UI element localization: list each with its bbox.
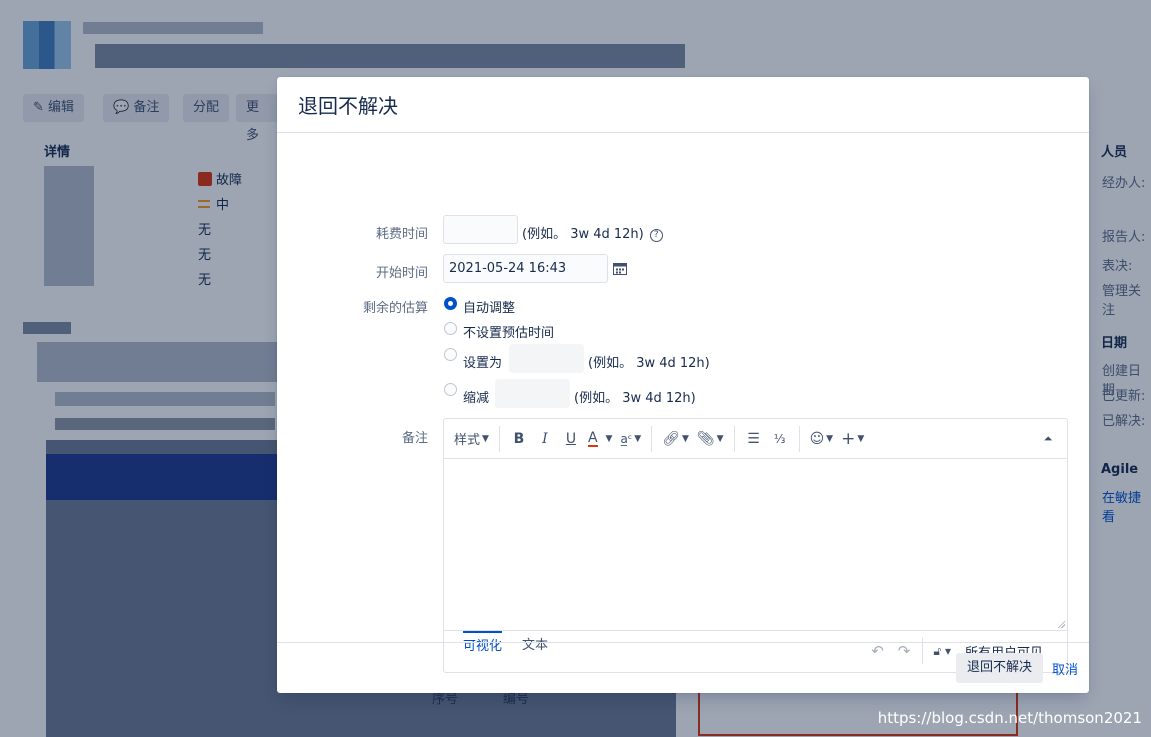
- radio-reduce-by-label: 缩减: [463, 391, 490, 406]
- cancel-link[interactable]: 取消: [1052, 659, 1078, 678]
- underline-button[interactable]: U: [558, 425, 584, 453]
- chevron-down-icon: ▼: [857, 433, 865, 444]
- chevron-down-icon: ▼: [681, 433, 689, 444]
- double-chevron-up-icon: ⏶: [1043, 431, 1053, 445]
- time-spent-hint: (例如。 3w 4d 12h)?: [522, 223, 663, 242]
- watermark: https://blog.csdn.net/thomson2021: [877, 709, 1142, 727]
- text-color-button[interactable]: A ▼: [584, 425, 617, 453]
- calendar-icon[interactable]: [613, 262, 627, 275]
- submit-button[interactable]: 退回不解决: [955, 653, 1043, 683]
- text-style-dropdown[interactable]: 样式 ▼: [450, 425, 493, 453]
- chevron-down-icon: ▼: [482, 433, 489, 444]
- collapse-toolbar-button[interactable]: ⏶: [1035, 425, 1061, 453]
- comment-text-area[interactable]: [444, 459, 1067, 631]
- more-formatting-button[interactable]: a̲ᶜ ▼: [616, 425, 645, 453]
- radio-set-to-label: 设置为: [463, 356, 503, 371]
- insert-more-button[interactable]: + ▼: [837, 425, 868, 453]
- bullet-list-icon: ☰: [747, 430, 760, 447]
- bullet-list-button[interactable]: ☰: [741, 425, 767, 453]
- reduce-by-hint: (例如。 3w 4d 12h): [574, 391, 696, 406]
- dialog-footer: 退回不解决 取消: [277, 642, 1089, 693]
- chevron-down-icon: ▼: [605, 433, 613, 444]
- link-button[interactable]: 🔗︎ ▼: [658, 425, 693, 453]
- paperclip-icon: 📎︎: [696, 430, 715, 447]
- radio-auto-adjust[interactable]: [444, 297, 457, 310]
- link-icon: 🔗︎: [662, 430, 680, 447]
- set-to-hint: (例如。 3w 4d 12h): [588, 356, 710, 371]
- set-to-input[interactable]: [509, 344, 584, 373]
- resize-handle-icon[interactable]: [1057, 620, 1065, 628]
- emoji-button[interactable]: ☺ ▼: [806, 425, 838, 453]
- resolve-dialog: 退回不解决 耗费时间 (例如。 3w 4d 12h)? 开始时间 2021-05…: [277, 77, 1089, 693]
- toolbar-divider: [651, 425, 653, 452]
- editor-toolbar: 样式 ▼ B I U A ▼ a̲ᶜ ▼ 🔗︎ ▼ 📎︎ ▼ ☰ ⅓ ☺ ▼ + ▼ ⏶: [444, 419, 1067, 459]
- toolbar-divider: [498, 425, 500, 452]
- time-spent-label: 耗费时间: [375, 227, 428, 242]
- comment-label: 备注: [401, 431, 428, 446]
- italic-button[interactable]: I: [532, 425, 558, 453]
- numbered-list-button[interactable]: ⅓: [767, 425, 793, 453]
- radio-auto-adjust-label: 自动调整: [463, 301, 516, 316]
- chevron-down-icon: ▼: [716, 433, 724, 444]
- plus-icon: +: [841, 428, 856, 449]
- reduce-by-input[interactable]: [495, 379, 570, 408]
- dialog-header: 退回不解决: [277, 77, 1089, 133]
- chevron-down-icon: ▼: [634, 433, 642, 444]
- dialog-body: 耗费时间 (例如。 3w 4d 12h)? 开始时间 2021-05-24 16…: [277, 133, 1089, 673]
- dialog-title: 退回不解决: [298, 94, 398, 118]
- remaining-estimate-label: 剩余的估算: [362, 301, 428, 316]
- time-spent-input[interactable]: [443, 215, 518, 244]
- chevron-down-icon: ▼: [826, 433, 834, 444]
- start-time-input[interactable]: 2021-05-24 16:43: [443, 254, 608, 283]
- numbered-list-icon: ⅓: [773, 431, 786, 446]
- help-icon[interactable]: ?: [649, 229, 663, 242]
- start-time-label: 开始时间: [375, 266, 428, 281]
- toolbar-divider: [733, 425, 735, 452]
- bold-button[interactable]: B: [506, 425, 532, 453]
- radio-reduce-by[interactable]: [444, 383, 457, 396]
- toolbar-divider: [798, 425, 800, 452]
- attachment-button[interactable]: 📎︎ ▼: [693, 425, 728, 453]
- smiley-icon: ☺: [809, 430, 825, 447]
- radio-no-estimate[interactable]: [444, 322, 457, 335]
- radio-set-to[interactable]: [444, 348, 457, 361]
- radio-no-estimate-label: 不设置预估时间: [463, 326, 555, 341]
- comment-editor: 样式 ▼ B I U A ▼ a̲ᶜ ▼ 🔗︎ ▼ 📎︎ ▼ ☰ ⅓ ☺ ▼ + ▼ ⏶: [443, 418, 1068, 673]
- text-format-icon: a̲ᶜ: [620, 431, 633, 446]
